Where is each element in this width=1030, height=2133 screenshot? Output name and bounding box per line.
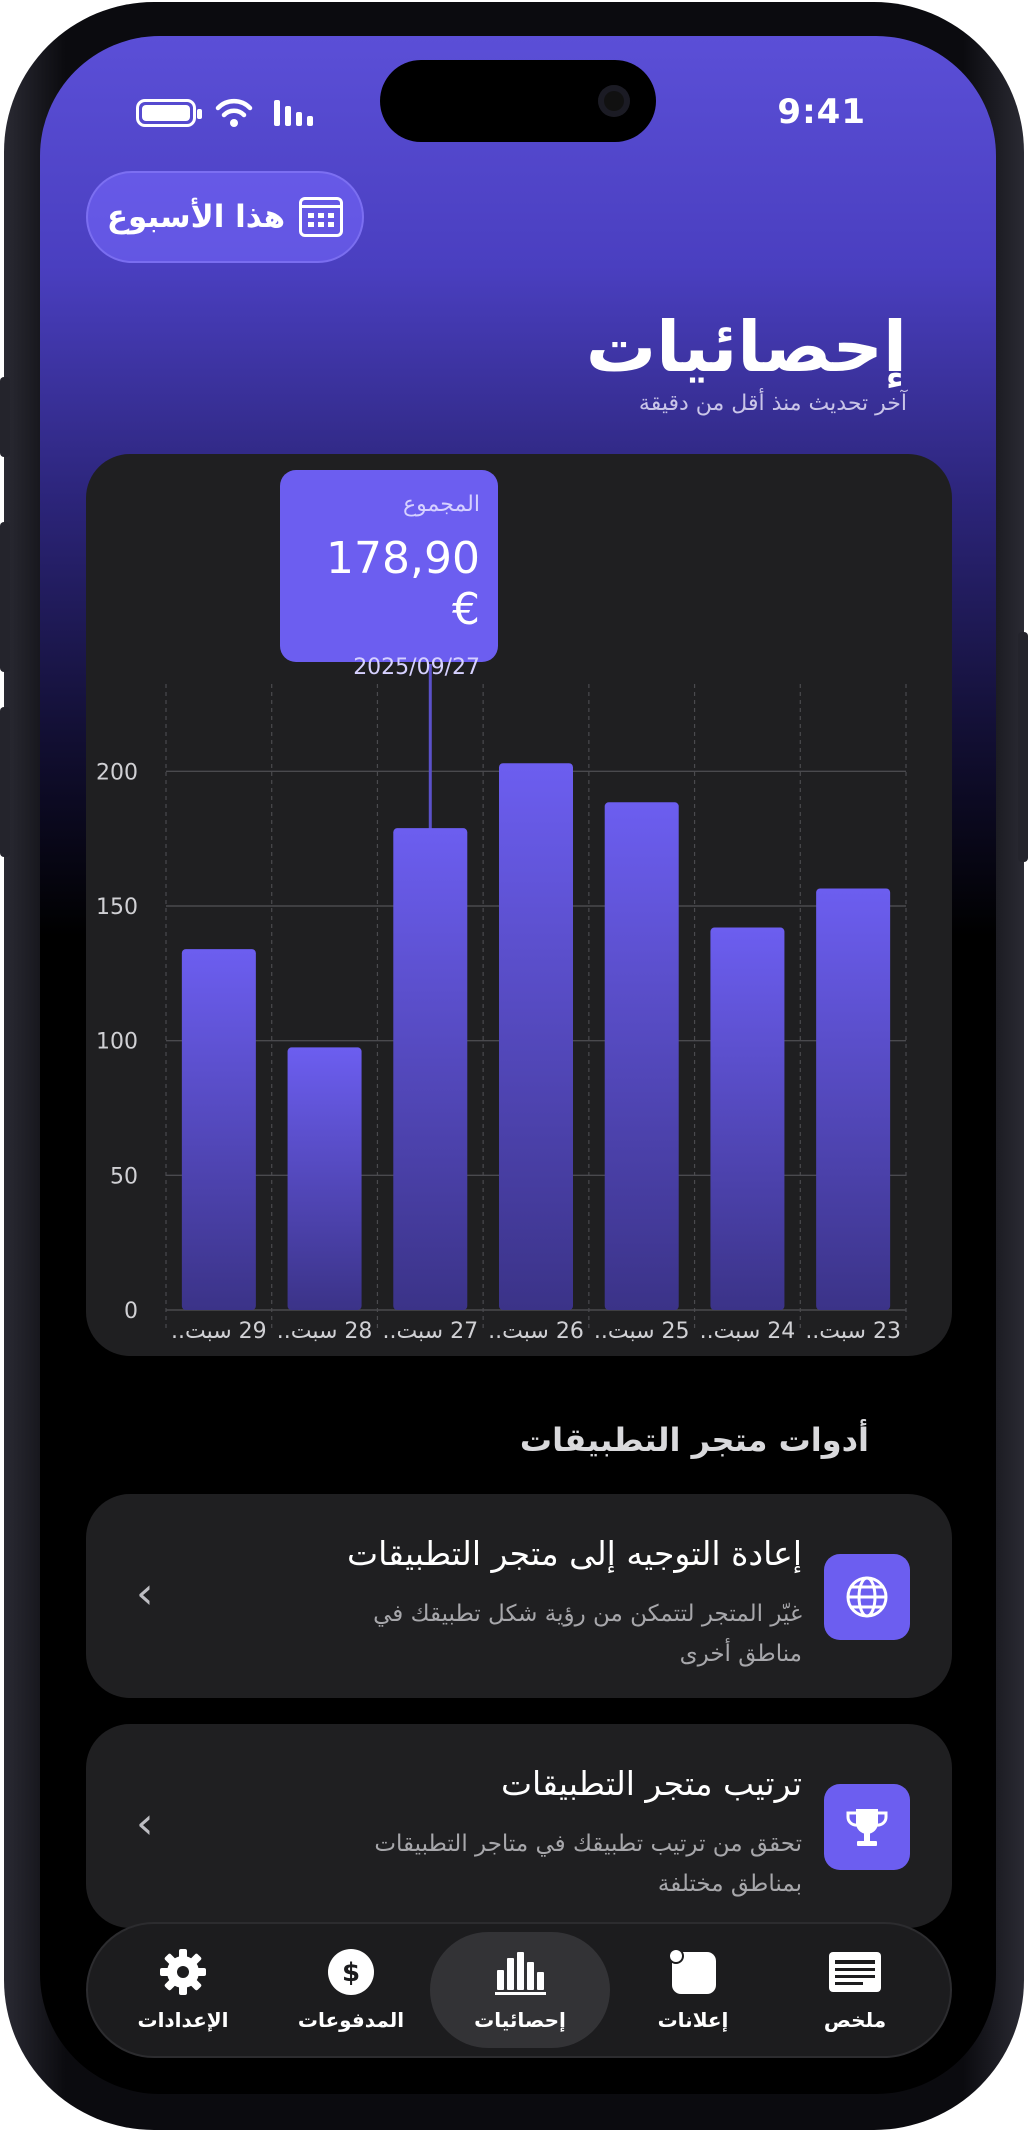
globe-icon	[824, 1554, 910, 1640]
store-ranking-title: ترتيب متجر التطبيقات	[500, 1764, 802, 1803]
status-icons	[136, 98, 318, 128]
redirect-store-title: إعادة التوجيه إلى متجر التطبيقات	[347, 1534, 802, 1573]
tooltip-label: المجموع	[403, 492, 480, 517]
y-tick-label: 150	[96, 895, 138, 920]
x-tick-label: 23 سبت..	[805, 1319, 901, 1344]
this-week-button[interactable]: هذا الأسبوع	[86, 171, 364, 263]
bar-chart[interactable]: 0 50 100 150 200 23 سبت.. 24 سبت.. 25 سبت.. 26 س…	[86, 454, 952, 1356]
wifi-icon	[215, 98, 253, 127]
tab-ads[interactable]: إعلانات	[608, 1924, 778, 2056]
tooltip-date: 2025/09/27	[353, 655, 480, 680]
tab-bar: الإعدادات $ المدفوعات إحصائيات إعلانات م…	[86, 1922, 952, 2058]
calendar-icon	[299, 197, 344, 237]
y-tick-label: 100	[96, 1030, 138, 1055]
phone-frame: 9:41 هذا الأسبوع إحصائيات آخر تحديث منذ …	[0, 2, 1028, 2130]
status-bar: 9:41	[40, 88, 996, 138]
power-button	[1018, 632, 1028, 862]
tab-label: المدفوعات	[297, 2008, 405, 2032]
bar[interactable]	[816, 888, 891, 1310]
x-tick-label: 28 سبت..	[277, 1319, 373, 1344]
redirect-store-desc: غيّر المتجر لتتمكن من رؤية شكل تطبيقك في…	[373, 1601, 802, 1667]
tab-label: إحصائيات	[474, 2008, 566, 2032]
x-tick-label: 26 سبت..	[488, 1319, 584, 1344]
store-ranking-card[interactable]: ترتيب متجر التطبيقات تحقق من ترتيب تطبيق…	[86, 1724, 952, 1928]
ads-icon	[668, 1948, 716, 1994]
bar[interactable]	[499, 763, 573, 1310]
stats-icon	[495, 1952, 546, 1995]
bar[interactable]	[393, 828, 468, 1310]
trophy-icon	[824, 1784, 910, 1870]
tab-label: الإعدادات	[137, 2008, 229, 2032]
tab-label: إعلانات	[657, 2008, 729, 2032]
summary-icon	[829, 1952, 881, 1992]
x-tick-label: 24 سبت..	[700, 1319, 796, 1344]
dollar-icon: $	[328, 1949, 374, 1995]
bar[interactable]	[287, 1047, 362, 1310]
battery-icon	[136, 99, 202, 127]
tooltip-value: 178,90 €	[326, 533, 480, 635]
tab-payments[interactable]: $ المدفوعات	[266, 1924, 436, 2056]
svg-text:$: $	[342, 1958, 360, 1988]
y-tick-label: 0	[124, 1299, 138, 1324]
x-tick-label: 25 سبت..	[594, 1319, 690, 1344]
x-tick-label: 27 سبت..	[382, 1319, 478, 1344]
screen: 9:41 هذا الأسبوع إحصائيات آخر تحديث منذ …	[40, 36, 996, 2094]
section-title: أدوات متجر التطبيقات	[519, 1421, 869, 1459]
tab-statistics[interactable]: إحصائيات	[430, 1932, 610, 2048]
chevron-left-icon: ‹	[136, 1798, 154, 1849]
volume-down-button	[0, 707, 10, 857]
this-week-label: هذا الأسبوع	[106, 199, 286, 235]
signal-icon	[274, 100, 313, 126]
tab-settings[interactable]: الإعدادات	[98, 1924, 268, 2056]
chart-tooltip: المجموع 178,90 € 2025/09/27	[280, 470, 498, 680]
bar[interactable]	[604, 802, 679, 1310]
status-time: 9:41	[777, 92, 866, 132]
redirect-store-card[interactable]: إعادة التوجيه إلى متجر التطبيقات غيّر ال…	[86, 1494, 952, 1698]
bar[interactable]	[710, 927, 785, 1310]
last-updated-text: آخر تحديث منذ أقل من دقيقة	[638, 391, 907, 416]
tab-label: ملخص	[823, 2008, 887, 2032]
y-tick-label: 50	[110, 1164, 138, 1189]
bar[interactable]	[181, 949, 256, 1310]
store-ranking-desc: تحقق من ترتيب تطبيقك في متاجر التطبيقات …	[374, 1831, 802, 1897]
volume-up-button	[0, 522, 10, 672]
gear-icon	[160, 1949, 206, 1995]
y-tick-label: 200	[96, 760, 138, 785]
tab-summary[interactable]: ملخص	[770, 1924, 940, 2056]
chevron-left-icon: ‹	[136, 1568, 154, 1619]
page-title: إحصائيات	[585, 306, 907, 388]
x-tick-label: 29 سبت..	[171, 1319, 267, 1344]
mute-switch	[0, 377, 10, 457]
